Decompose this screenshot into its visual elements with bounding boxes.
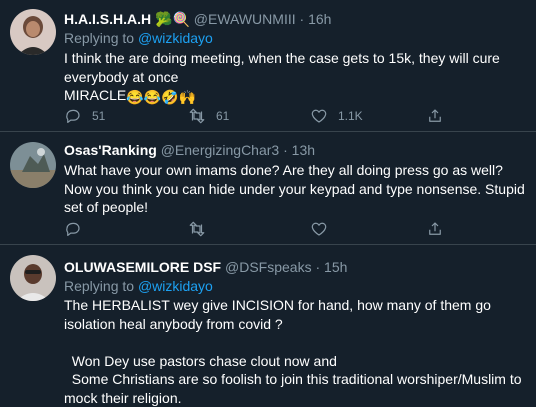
- display-name[interactable]: H.A.I.S.H.A.H: [64, 11, 151, 27]
- tweet-text: I think the are doing meeting, when the …: [64, 49, 526, 107]
- retweet-icon: [188, 220, 206, 238]
- tweet-actions: 51 61 1.1K: [64, 106, 464, 126]
- tweet-text: What have your own imams done? Are they …: [64, 162, 529, 215]
- tweet[interactable]: OLUWASEMILORE DSF @DSFspeaks · 15h Reply…: [0, 245, 536, 406]
- reply-mention-link[interactable]: @wizkidayo: [138, 278, 213, 294]
- replying-to: Replying to @wizkidayo: [64, 277, 213, 295]
- retweet-icon: [188, 107, 206, 125]
- replying-to-label: Replying to: [64, 30, 138, 46]
- reply-icon: [64, 107, 82, 125]
- retweet-button[interactable]: 61: [188, 106, 229, 126]
- reply-count: 51: [92, 109, 106, 123]
- share-button[interactable]: [426, 106, 444, 126]
- like-count: 1.1K: [338, 109, 363, 123]
- avatar[interactable]: [10, 255, 56, 301]
- display-name[interactable]: OLUWASEMILORE DSF: [64, 259, 221, 275]
- tweet-text: The HERBALIST wey give INCISION for hand…: [64, 297, 522, 406]
- user-handle[interactable]: @EnergizingChar3: [161, 142, 280, 158]
- tweet-header: Osas'Ranking @EnergizingChar3 · 13h: [64, 141, 526, 159]
- tweet[interactable]: Osas'Ranking @EnergizingChar3 · 13h What…: [0, 132, 536, 244]
- timeline: H.A.I.S.H.A.H 🥦🍭 @EWAWUNMIII · 16h Reply…: [0, 0, 536, 406]
- timestamp[interactable]: 16h: [308, 11, 331, 27]
- separator-dot: ·: [315, 259, 325, 275]
- reply-button[interactable]: 51: [64, 106, 105, 126]
- share-icon: [426, 107, 444, 125]
- display-name[interactable]: Osas'Ranking: [64, 142, 157, 158]
- retweet-count: 61: [216, 109, 230, 123]
- tweet[interactable]: H.A.I.S.H.A.H 🥦🍭 @EWAWUNMIII · 16h Reply…: [0, 0, 536, 130]
- replying-to: Replying to @wizkidayo: [64, 29, 213, 47]
- tweet-header: OLUWASEMILORE DSF @DSFspeaks · 15h: [64, 258, 526, 276]
- avatar[interactable]: [10, 9, 56, 55]
- user-handle[interactable]: @EWAWUNMIII: [194, 11, 296, 27]
- name-emoji: 🥦🍭: [155, 11, 190, 27]
- like-button[interactable]: 1.1K: [310, 106, 363, 126]
- tweet-actions: [64, 219, 464, 239]
- like-icon: [310, 107, 328, 125]
- user-handle[interactable]: @DSFspeaks: [225, 259, 312, 275]
- share-icon: [426, 220, 444, 238]
- timestamp[interactable]: 13h: [292, 142, 315, 158]
- separator-dot: ·: [283, 142, 292, 158]
- reply-button[interactable]: [64, 219, 82, 239]
- separator-dot: ·: [299, 11, 309, 27]
- retweet-button[interactable]: [188, 219, 206, 239]
- timestamp[interactable]: 15h: [324, 259, 347, 275]
- reply-mention-link[interactable]: @wizkidayo: [138, 30, 213, 46]
- like-icon: [310, 220, 328, 238]
- tweet-emoji: 😂😂🤣🙌: [126, 89, 196, 105]
- reply-icon: [64, 220, 82, 238]
- share-button[interactable]: [426, 219, 444, 239]
- like-button[interactable]: [310, 219, 328, 239]
- tweet-header: H.A.I.S.H.A.H 🥦🍭 @EWAWUNMIII · 16h: [64, 10, 526, 28]
- replying-to-label: Replying to: [64, 278, 138, 294]
- avatar[interactable]: [10, 142, 56, 188]
